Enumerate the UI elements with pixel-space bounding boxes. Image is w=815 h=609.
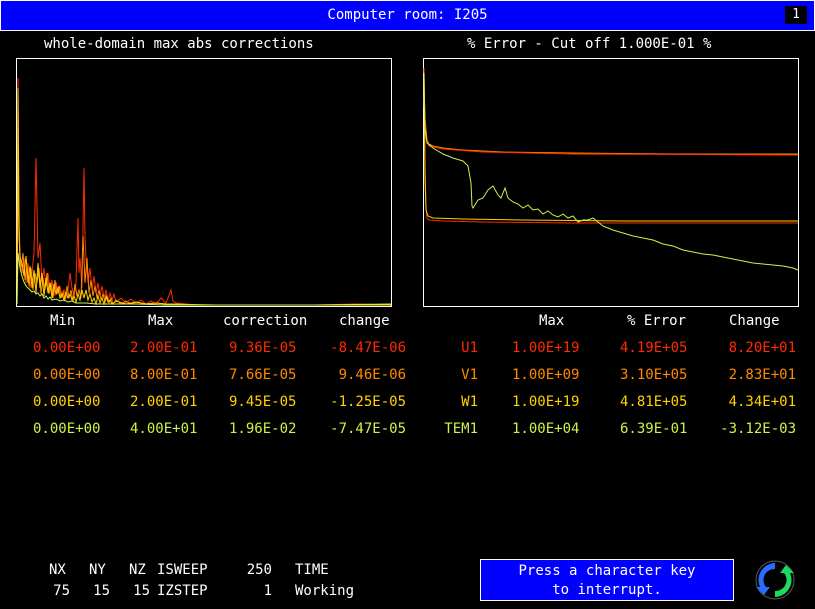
right-header-max: Max [539,313,565,329]
left-correction-cell: 9.45E-05 [229,394,297,410]
left-plot-title: whole-domain max abs corrections [44,36,314,52]
right-error-cell: 4.19E+05 [620,340,688,356]
phoenics-swirl-logo-icon [755,560,795,600]
left-change-cell: -8.47E-06 [330,340,406,356]
ny-label: NY [89,562,106,578]
left-max-cell: 2.00E-01 [130,340,198,356]
left-max-cell: 2.00E-01 [130,394,198,410]
left-min-cell: 0.00E+00 [33,340,101,356]
isweep-label: ISWEEP [157,562,208,578]
error-plot [423,58,799,307]
ny-value: 15 [93,583,110,599]
right-max-cell: 1.00E+09 [512,367,580,383]
corrections-plot-frame [16,58,392,307]
right-change-cell: 2.83E+01 [728,367,796,383]
left-correction-cell: 1.96E-02 [229,421,297,437]
right-plot-title: % Error - Cut off 1.000E-01 % [467,36,712,52]
left-header-max: Max [148,313,174,329]
left-correction-cell: 9.36E-05 [229,340,297,356]
left-min-cell: 0.00E+00 [33,394,101,410]
left-min-cell: 0.00E+00 [33,367,101,383]
left-change-cell: -1.25E-05 [330,394,406,410]
interrupt-line-2: to interrupt. [552,582,662,598]
right-change-cell: 8.20E+01 [728,340,796,356]
interrupt-line-1: Press a character key [518,563,696,579]
nz-label: NZ [129,562,146,578]
left-correction-cell: 7.66E-05 [229,367,297,383]
nx-value: 75 [53,583,70,599]
right-error-cell: 3.10E+05 [620,367,688,383]
right-change-cell: -3.12E-03 [720,421,796,437]
left-change-cell: -7.47E-05 [330,421,406,437]
run-status: Working [295,583,355,599]
right-max-cell: 1.00E+19 [512,340,580,356]
window-title: Computer room: I205 [327,7,488,23]
right-max-cell: 1.00E+19 [512,394,580,410]
window-number-badge[interactable]: 1 [785,6,807,24]
title-bar: Computer room: I205 1 [0,0,815,31]
left-change-cell: 9.46E-06 [338,367,406,383]
left-header-min: Min [50,313,76,329]
corrections-plot [16,58,392,307]
nz-value: 15 [133,583,150,599]
time-label: TIME [295,562,329,578]
right-header-error: % Error [627,313,687,329]
left-max-cell: 4.00E+01 [130,421,198,437]
izstep-label: IZSTEP [157,583,208,599]
left-header-correction: correction [223,313,308,329]
variable-name-cell: TEM1 [444,421,478,437]
left-header-change: change [339,313,390,329]
right-change-cell: 4.34E+01 [728,394,796,410]
interrupt-prompt[interactable]: Press a character key to interrupt. [480,559,734,601]
variable-name-cell: U1 [461,340,478,356]
left-min-cell: 0.00E+00 [33,421,101,437]
right-header-change: Change [729,313,780,329]
variable-name-cell: V1 [461,367,478,383]
left-max-cell: 8.00E-01 [130,367,198,383]
isweep-value: 250 [246,562,272,578]
nx-label: NX [49,562,66,578]
right-error-cell: 4.81E+05 [620,394,688,410]
izstep-value: 1 [263,583,272,599]
error-plot-frame [423,58,799,307]
right-error-cell: 6.39E-01 [620,421,688,437]
variable-name-cell: W1 [461,394,478,410]
right-max-cell: 1.00E+04 [512,421,580,437]
